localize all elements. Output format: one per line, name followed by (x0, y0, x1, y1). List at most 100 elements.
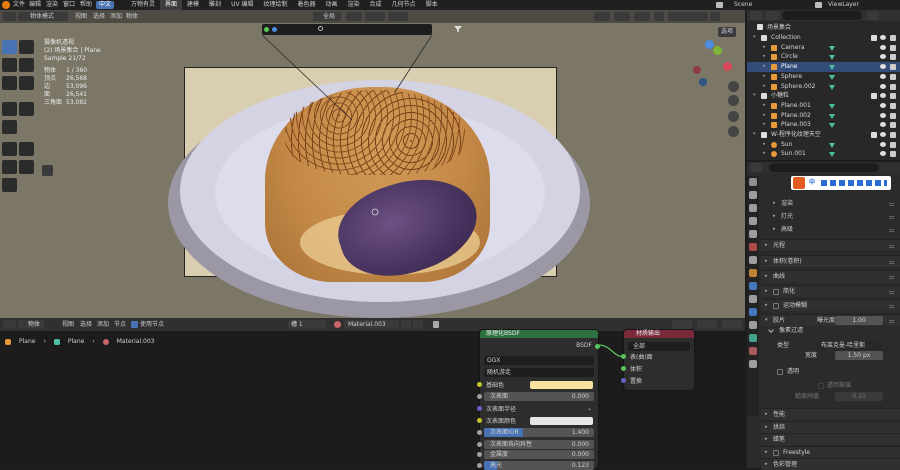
expand-arrow-icon[interactable]: ▸ (763, 151, 766, 156)
bsdf-output-socket[interactable] (595, 344, 600, 349)
camera-view-icon[interactable] (728, 111, 739, 122)
menu-file[interactable]: 文件 (13, 2, 25, 8)
chevron-down-icon[interactable]: ⌄ (587, 406, 592, 412)
property-section[interactable]: ▸ 曲线 (761, 270, 900, 282)
socket-surface[interactable] (621, 354, 626, 359)
socket-metallic[interactable] (477, 452, 482, 457)
chevron-down-icon[interactable] (768, 327, 774, 333)
property-section[interactable]: ▸ Freestyle (761, 445, 900, 458)
render-camera-icon[interactable] (890, 122, 896, 129)
visibility-eye-icon[interactable] (880, 122, 886, 128)
property-section[interactable]: ▸ 简化 (761, 285, 900, 297)
outliner-row-mesh[interactable]: ▸ Sphere (747, 72, 900, 82)
exposure-field[interactable]: 1.00 (835, 316, 883, 325)
pixel-filter-label[interactable]: 像素过滤 (779, 328, 803, 334)
outliner-row-camera[interactable]: ▸ Camera (747, 43, 900, 53)
outliner-filter-button[interactable] (867, 11, 879, 20)
outliner-row-light[interactable]: ▸ Sun.001 (747, 149, 900, 159)
drag-handle-icon[interactable] (889, 304, 894, 308)
outliner-row-collection[interactable]: ▾ Collection (747, 33, 900, 43)
ime-language-label[interactable]: 中 (809, 180, 815, 186)
chevron-right-icon[interactable]: ▸ (773, 201, 776, 206)
transform-tool-icon[interactable] (19, 76, 34, 90)
drag-handle-icon[interactable] (889, 228, 894, 232)
filter-width-field[interactable]: 1.50 px (835, 351, 883, 360)
select-tool-icon[interactable] (2, 40, 17, 54)
output-target-dropdown[interactable]: 全部 (628, 342, 690, 351)
render-camera-icon[interactable] (890, 54, 896, 61)
outliner-search[interactable] (782, 11, 862, 20)
render-camera-icon[interactable] (890, 102, 896, 109)
tab-render-icon[interactable] (749, 191, 757, 199)
extrude-tool-icon[interactable] (19, 160, 34, 174)
chevron-right-icon[interactable]: ▸ (765, 424, 768, 430)
tab-workspace-9[interactable]: 合成 (365, 0, 387, 10)
expand-arrow-icon[interactable]: ▾ (753, 93, 756, 98)
outliner-row-collection[interactable]: ▾ 小糖粒 (747, 91, 900, 101)
chevron-right-icon[interactable]: ▸ (773, 214, 776, 219)
blender-logo-icon[interactable] (2, 1, 10, 9)
expand-arrow-icon[interactable]: ▸ (763, 73, 766, 79)
drag-handle-icon[interactable] (889, 275, 894, 279)
gizmo-z-axis-icon[interactable] (705, 40, 714, 49)
edge-slide-tool-icon[interactable] (2, 160, 17, 174)
render-camera-icon[interactable] (890, 64, 896, 71)
measure-tool-icon[interactable] (19, 102, 34, 116)
visibility-eye-icon[interactable] (880, 141, 886, 147)
menu-window[interactable]: 窗口 (63, 2, 75, 8)
tab-collection-icon[interactable] (749, 256, 757, 264)
visibility-eye-icon[interactable] (880, 44, 886, 50)
tab-scene-icon[interactable] (749, 230, 757, 238)
bsdf-node-title[interactable]: 原理化BSDF (480, 330, 598, 338)
socket-displacement[interactable] (621, 378, 626, 383)
visibility-eye-icon[interactable] (880, 112, 886, 118)
expand-arrow-icon[interactable]: ▾ (753, 35, 756, 40)
socket-subsurface-anisotropy[interactable] (477, 442, 482, 447)
tab-workspace-4[interactable]: UV 编辑 (226, 0, 258, 10)
visibility-eye-icon[interactable] (880, 132, 886, 137)
render-camera-icon[interactable] (890, 83, 896, 90)
menu-edit[interactable]: 编辑 (29, 2, 41, 8)
render-camera-icon[interactable] (890, 93, 896, 100)
chevron-right-icon[interactable]: ▸ (765, 243, 768, 248)
visibility-eye-icon[interactable] (880, 151, 886, 157)
tab-workspace-8[interactable]: 渲染 (343, 0, 365, 10)
render-camera-icon[interactable] (890, 151, 896, 158)
drag-handle-icon[interactable] (889, 244, 894, 248)
subsurface-color-swatch[interactable] (530, 417, 593, 425)
outliner-row-mesh[interactable]: ▸ Sphere.002 (747, 82, 900, 92)
property-section[interactable]: ▸ 运动模糊 (761, 299, 900, 311)
perspective-toggle-icon[interactable] (728, 126, 739, 137)
property-section[interactable]: ▸ 渲染 (761, 198, 900, 210)
section-checkbox[interactable] (773, 449, 779, 456)
drag-handle-icon[interactable] (889, 319, 894, 323)
ime-tool-icons[interactable] (821, 180, 887, 186)
render-camera-icon[interactable] (890, 73, 896, 80)
tab-workspace-11[interactable]: 脚本 (421, 0, 443, 10)
annotate-tool-icon[interactable] (2, 102, 17, 116)
gizmo-neg-axis-icon[interactable] (693, 66, 701, 74)
view-layer-icon[interactable] (815, 2, 822, 8)
outliner-root[interactable]: 场景集合 (747, 23, 900, 32)
gizmo-y-axis-icon[interactable] (713, 46, 722, 55)
socket-subsurface[interactable] (477, 394, 482, 399)
move-tool-icon[interactable] (2, 58, 17, 72)
visibility-eye-icon[interactable] (880, 64, 886, 70)
tab-object-icon[interactable] (749, 269, 757, 277)
filter-type-dropdown[interactable]: 布莱克曼-哈里斯 (817, 341, 883, 350)
outliner-row-light[interactable]: ▸ Sun (747, 140, 900, 150)
render-camera-icon[interactable] (890, 141, 896, 148)
bend-tool-icon[interactable] (19, 142, 34, 156)
tab-workspace-0[interactable]: 万物有灵 (126, 0, 160, 10)
property-section[interactable]: ▸ 蜡笔 (761, 433, 900, 445)
outliner-row-collection[interactable]: ▾ W-程序化纹理天空 (747, 130, 900, 140)
expand-arrow-icon[interactable]: ▸ (763, 83, 766, 89)
chevron-right-icon[interactable]: ▸ (773, 227, 776, 232)
material-output-node[interactable]: 材质输出 全部 表(曲)面 体积 置换 (621, 330, 694, 390)
zoom-icon[interactable] (728, 81, 739, 92)
scene-selector[interactable]: Scene (734, 2, 752, 8)
gizmo-x-axis-icon[interactable] (723, 62, 732, 71)
base-color-swatch[interactable] (530, 381, 593, 389)
section-checkbox[interactable] (773, 289, 779, 295)
tab-constraints-icon[interactable] (749, 321, 757, 329)
